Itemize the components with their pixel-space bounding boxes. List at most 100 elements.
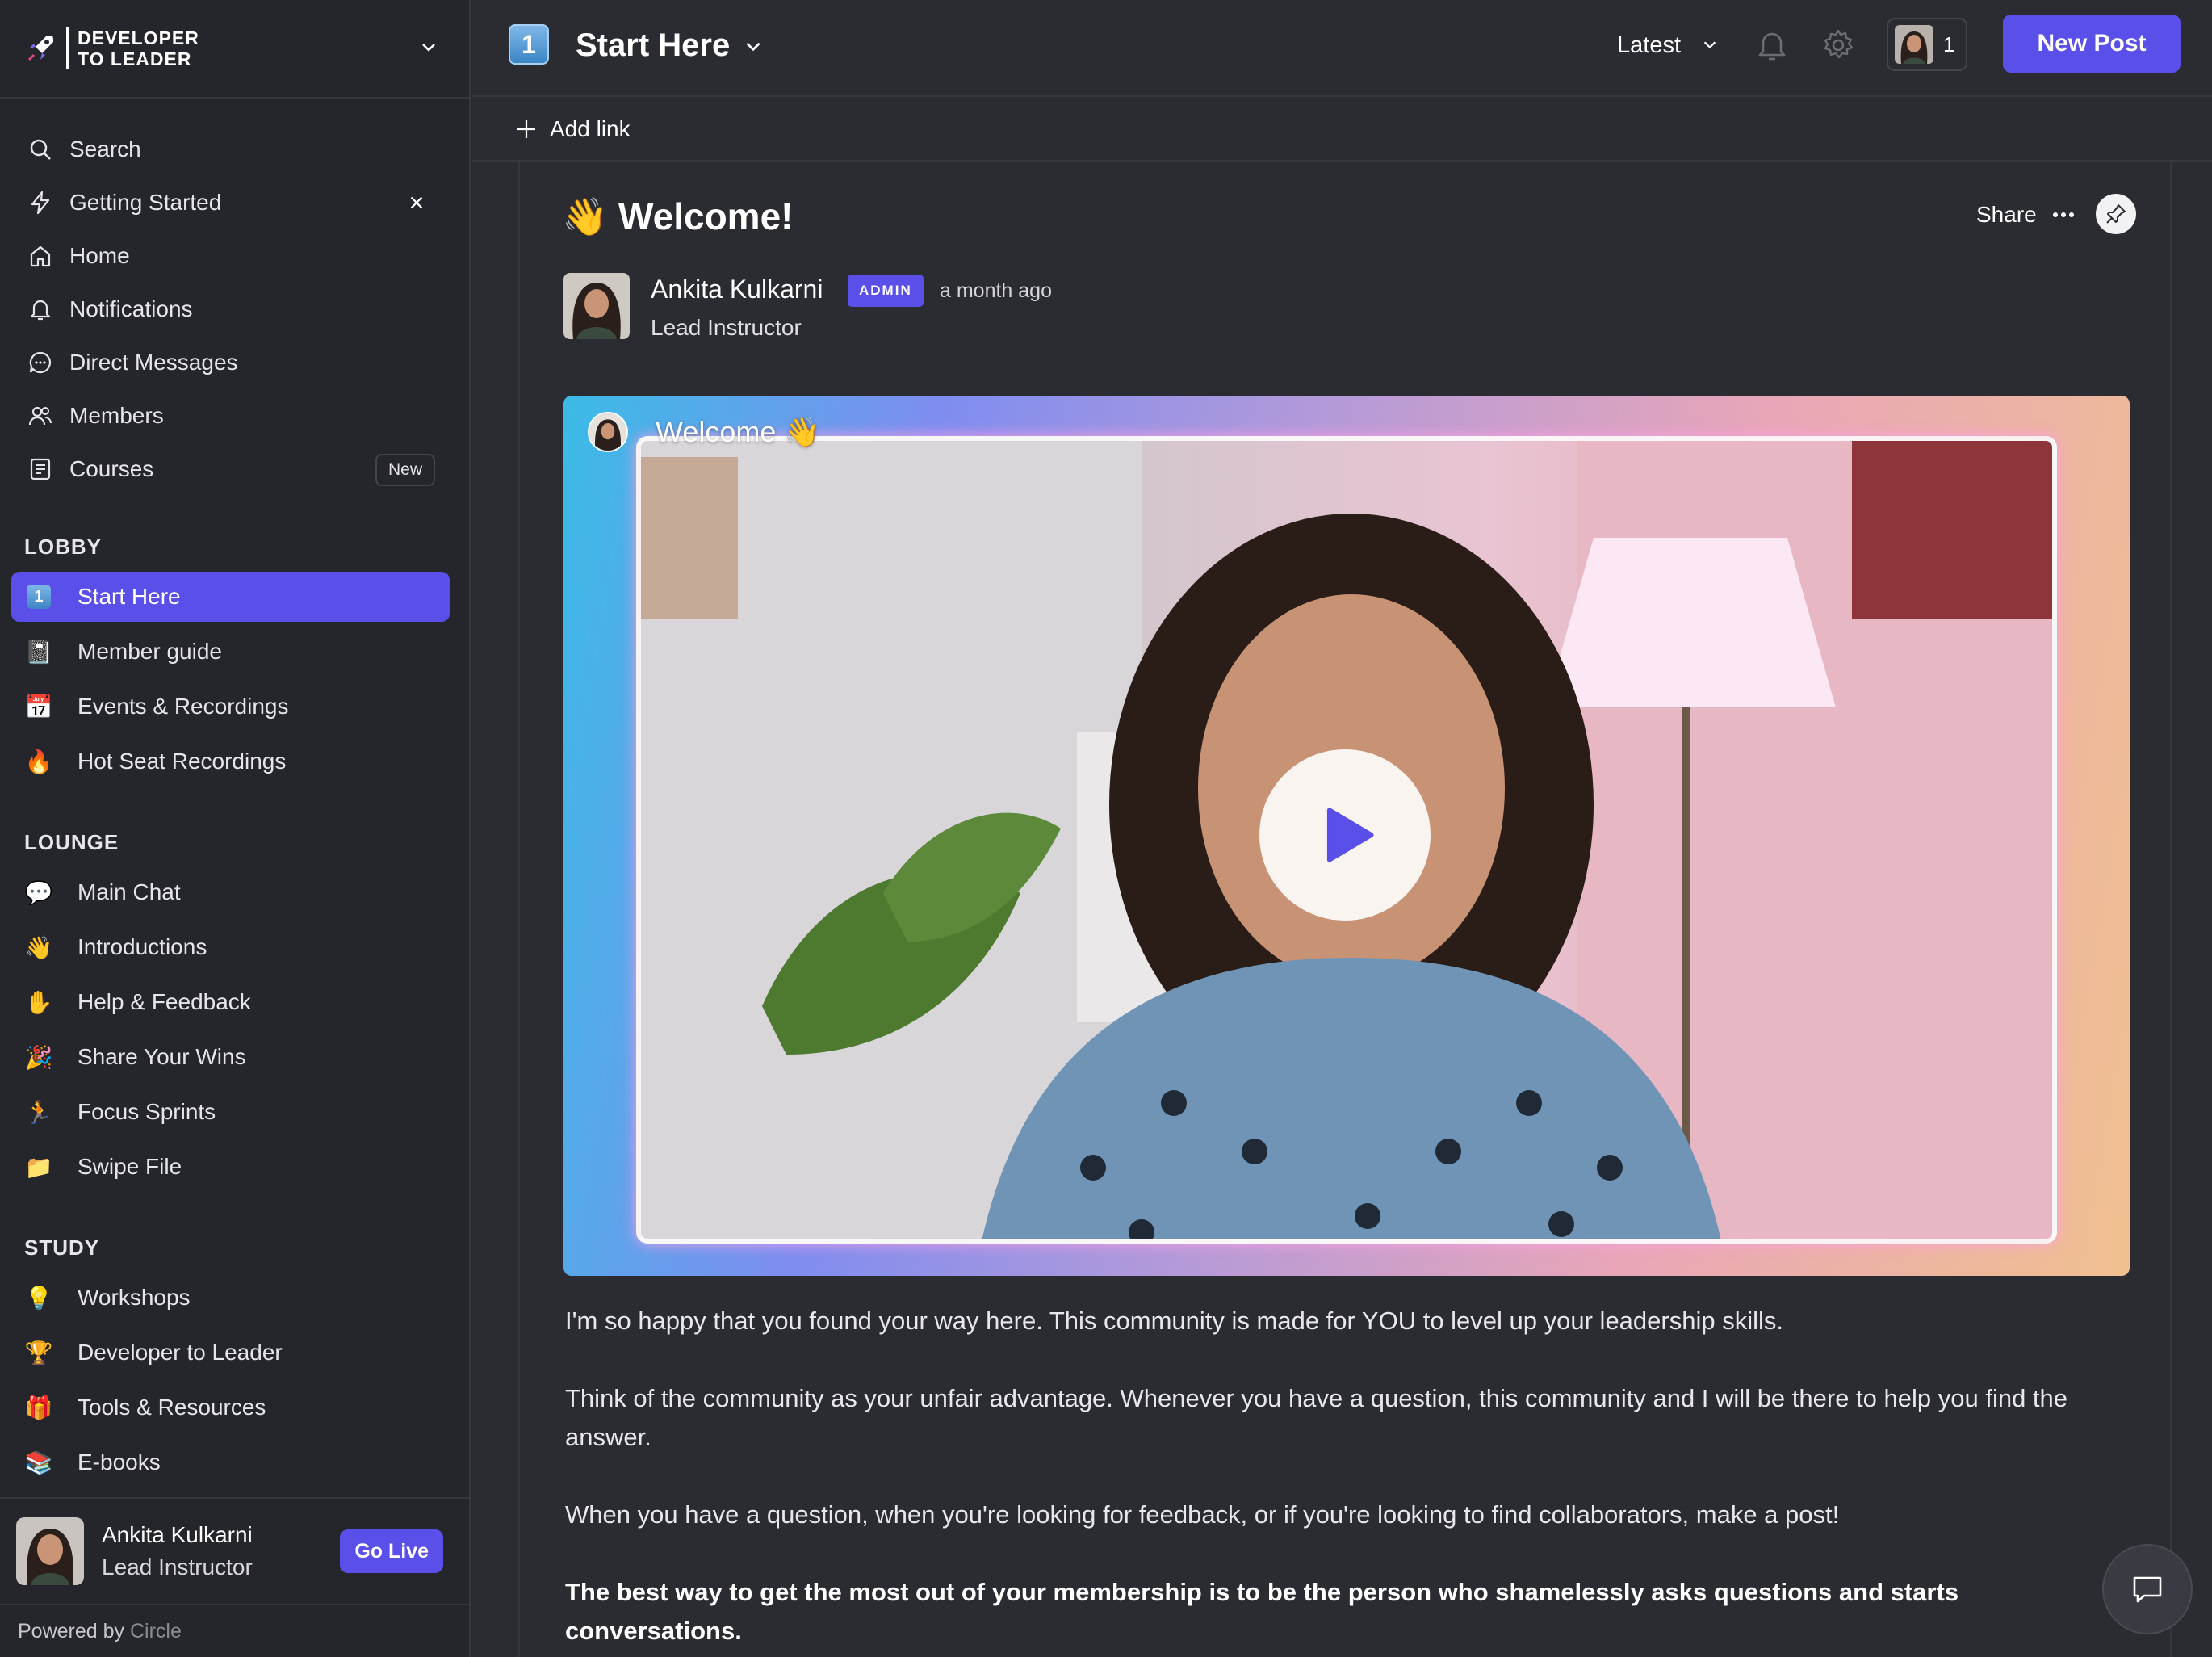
chevron-down-icon[interactable] (1701, 36, 1719, 53)
nav-label: Getting Started (69, 190, 222, 215)
bolt-icon (26, 188, 55, 217)
space-start-here[interactable]: 1 Start Here (11, 572, 450, 622)
space-share-your-wins[interactable]: 🎉 Share Your Wins (11, 1032, 450, 1082)
space-events-recordings[interactable]: 📅 Events & Recordings (11, 682, 450, 732)
space-label: Developer to Leader (78, 1340, 283, 1365)
powered-by[interactable]: Powered by Circle (0, 1604, 469, 1657)
section-title: STUDY (24, 1235, 100, 1260)
notebook-icon: 📓 (24, 639, 53, 665)
page-title[interactable]: Start Here (576, 24, 730, 66)
books-icon: 📚 (24, 1449, 53, 1475)
pin-button[interactable] (2096, 194, 2136, 234)
space-main-chat[interactable]: 💬 Main Chat (11, 867, 450, 917)
space-help-feedback[interactable]: ✋ Help & Feedback (11, 977, 450, 1027)
space-tools-resources[interactable]: 🎁 Tools & Resources (11, 1382, 450, 1433)
keycap-one-icon: 1 (509, 24, 549, 65)
bell-icon[interactable] (1754, 27, 1790, 63)
nav-courses[interactable]: Courses New (0, 443, 469, 496)
nav-label: Courses (69, 456, 154, 481)
party-popper-icon: 🎉 (24, 1044, 53, 1070)
members-icon (26, 401, 55, 430)
post-paragraph: I'm so happy that you found your way her… (565, 1307, 1783, 1335)
space-label: Main Chat (78, 879, 181, 904)
avatar (16, 1517, 84, 1585)
post-paragraph-bold: The best way to get the most out of your… (565, 1578, 1959, 1645)
chevron-down-icon[interactable] (419, 37, 438, 57)
chevron-down-icon[interactable] (743, 36, 764, 57)
keycap-one-icon: 1 (24, 582, 53, 611)
community-switcher[interactable]: DEVELOPER TO LEADER (0, 0, 469, 99)
space-developer-to-leader[interactable]: 🏆 Developer to Leader (11, 1328, 450, 1378)
chat-widget-button[interactable] (2102, 1544, 2193, 1634)
fire-icon: 🔥 (24, 749, 53, 774)
space-e-books[interactable]: 📚 E-books (11, 1437, 450, 1487)
nav-label: Members (69, 403, 164, 428)
space-members-button[interactable]: 1 (1887, 18, 1967, 71)
nav-notifications[interactable]: Notifications (0, 283, 469, 336)
user-name: Ankita Kulkarni (102, 1522, 253, 1547)
space-member-guide[interactable]: 📓 Member guide (11, 627, 450, 677)
space-label: E-books (78, 1449, 161, 1475)
space-label: Events & Recordings (78, 694, 289, 719)
current-user-card[interactable]: Ankita Kulkarni Lead Instructor Go Live (0, 1497, 469, 1604)
author-avatar[interactable] (563, 273, 630, 339)
links-bar: Add link (472, 99, 2212, 162)
circle-link[interactable]: Circle (130, 1620, 182, 1642)
video-player[interactable]: Welcome 👋 (563, 396, 2130, 1276)
space-label: Share Your Wins (78, 1044, 246, 1069)
nav-home[interactable]: Home (0, 229, 469, 283)
space-swipe-file[interactable]: 📁 Swipe File (11, 1142, 450, 1192)
close-icon[interactable] (404, 191, 429, 215)
new-post-button[interactable]: New Post (2003, 15, 2181, 73)
nav-direct-messages[interactable]: Direct Messages (0, 336, 469, 389)
nav-getting-started[interactable]: Getting Started (0, 176, 469, 229)
trophy-icon: 🏆 (24, 1340, 53, 1365)
space-label: Member guide (78, 639, 222, 664)
light-bulb-icon: 💡 (24, 1285, 53, 1311)
rocket-logo-icon (23, 31, 58, 66)
sort-dropdown[interactable]: Latest (1617, 29, 1681, 61)
space-label: Start Here (78, 584, 181, 609)
post-paragraph: Think of the community as your unfair ad… (565, 1384, 2068, 1451)
space-hot-seat-recordings[interactable]: 🔥 Hot Seat Recordings (11, 736, 450, 787)
nav-label: Direct Messages (69, 350, 238, 375)
sidebar: DEVELOPER TO LEADER Search Getting Start… (0, 0, 471, 1657)
space-workshops[interactable]: 💡 Workshops (11, 1273, 450, 1323)
runner-icon: 🏃 (24, 1099, 53, 1125)
space-label: Focus Sprints (78, 1099, 216, 1124)
share-button[interactable]: Share (1976, 199, 2037, 231)
nav-search[interactable]: Search (0, 123, 469, 176)
gear-icon[interactable] (1820, 27, 1856, 63)
add-link-button[interactable]: Add link (514, 113, 631, 145)
post-title: 👋 Welcome! (562, 195, 794, 237)
space-label: Hot Seat Recordings (78, 749, 287, 774)
post-card: 👋 Welcome! Share Ankita Kulkarni ADMIN a… (518, 162, 2172, 1657)
space-label: Introductions (78, 934, 207, 959)
section-lobby: LOBBY 1 Start Here 📓 Member guide 📅 Even… (0, 531, 469, 787)
space-label: Help & Feedback (78, 989, 251, 1014)
gift-icon: 🎁 (24, 1395, 53, 1420)
brand-name: DEVELOPER TO LEADER (78, 27, 199, 69)
home-icon (26, 241, 55, 271)
author-role: Lead Instructor (651, 315, 802, 340)
space-focus-sprints[interactable]: 🏃 Focus Sprints (11, 1087, 450, 1137)
go-live-button[interactable]: Go Live (340, 1529, 443, 1573)
section-title: LOBBY (24, 535, 102, 559)
space-introductions[interactable]: 👋 Introductions (11, 922, 450, 972)
post-timestamp[interactable]: a month ago (940, 276, 1052, 305)
new-badge: New (375, 454, 435, 486)
chat-bubble-icon (2133, 1576, 2162, 1603)
folder-icon: 📁 (24, 1154, 53, 1180)
avatar (1895, 25, 1933, 64)
space-header: 1 Start Here Latest 1 New Post (472, 0, 2212, 97)
calendar-icon: 📅 (24, 694, 53, 719)
play-button[interactable] (1259, 749, 1431, 921)
space-label: Workshops (78, 1285, 191, 1310)
more-options-icon[interactable] (2049, 200, 2078, 229)
author-name[interactable]: Ankita Kulkarni (651, 271, 823, 307)
nav-members[interactable]: Members (0, 389, 469, 443)
pin-icon (2106, 204, 2126, 224)
speech-bubble-icon: 💬 (24, 879, 53, 905)
nav-label: Search (69, 136, 141, 162)
waving-hand-icon: 👋 (24, 934, 53, 960)
